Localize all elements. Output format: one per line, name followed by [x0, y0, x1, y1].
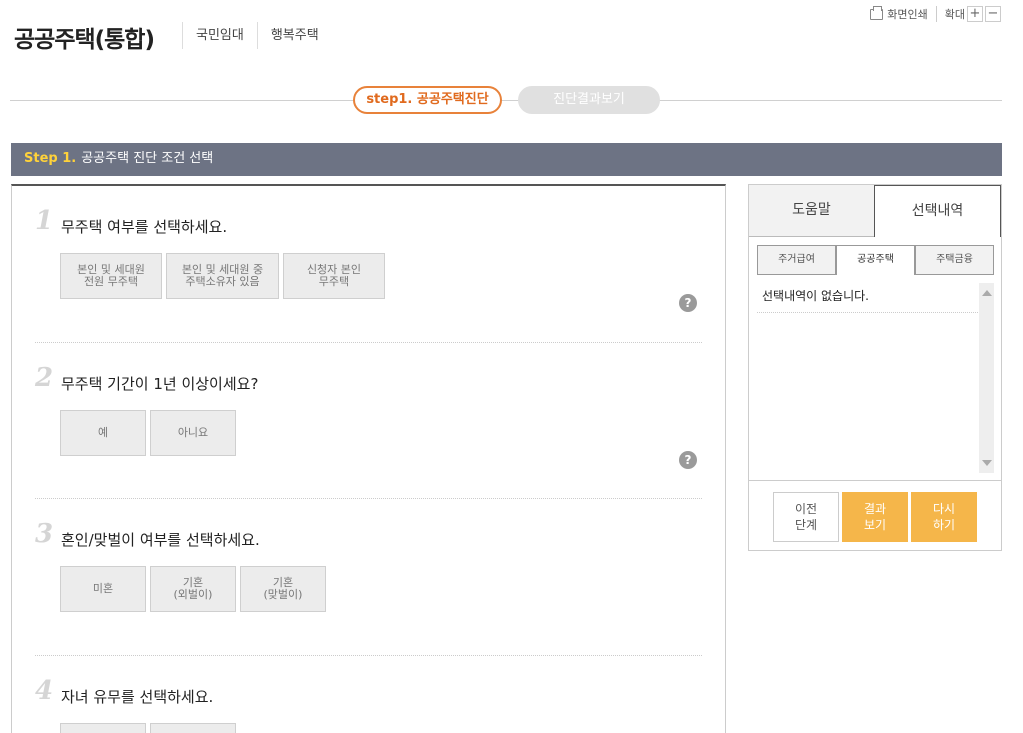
option-button[interactable]: 기혼 (맞벌이) [240, 566, 326, 612]
question-text: 자녀 유무를 선택하세요. [61, 688, 214, 706]
page-title: 공공주택(통합) [14, 27, 155, 53]
selection-area: 주거급여 공공주택 주택금융 선택내역이 없습니다. [749, 237, 1001, 481]
print-button[interactable]: 화면인쇄 [870, 5, 937, 22]
section-title: 공공주택 진단 조건 선택 [81, 151, 214, 166]
help-icon[interactable]: ? [679, 294, 697, 312]
tab-selection[interactable]: 선택내역 [874, 185, 1001, 237]
option-group: 미혼 기혼 (외벌이) 기혼 (맞벌이) [60, 566, 326, 612]
subtab-housing-finance[interactable]: 주택금융 [915, 245, 994, 275]
question-panel: 1 무주택 여부를 선택하세요. 본인 및 세대원 전원 무주택 본인 및 세대… [11, 184, 726, 733]
question-number: 3 [35, 519, 54, 549]
option-group: 본인 및 세대원 전원 무주택 본인 및 세대원 중 주택소유자 있음 신청자 … [60, 253, 385, 299]
question-4: 4 자녀 유무를 선택하세요. [35, 656, 702, 733]
action-buttons: 이전 단계 결과 보기 다시 하기 [773, 492, 977, 542]
sub-navigation: 국민임대 행복주택 [182, 22, 332, 49]
step-result[interactable]: 진단결과보기 [518, 86, 660, 114]
step-diagnosis[interactable]: step1. 공공주택진단 [353, 86, 502, 114]
option-group [60, 723, 236, 733]
side-panel: 도움말 선택내역 주거급여 공공주택 주택금융 선택내역이 없습니다. 이전 단… [748, 184, 1002, 551]
printer-icon [870, 5, 884, 20]
question-number: 4 [35, 676, 54, 706]
question-2: 2 무주택 기간이 1년 이상이세요? 예 아니요 ? [35, 343, 702, 499]
nav-link-happy-housing[interactable]: 행복주택 [256, 22, 332, 49]
option-button[interactable] [60, 723, 146, 733]
option-button[interactable]: 아니요 [150, 410, 236, 456]
question-text: 무주택 여부를 선택하세요. [61, 218, 228, 236]
empty-message: 선택내역이 없습니다. [757, 283, 978, 313]
subtab-housing-benefit[interactable]: 주거급여 [757, 245, 836, 275]
scroll-down-icon[interactable] [982, 460, 992, 466]
option-button[interactable]: 미혼 [60, 566, 146, 612]
question-number: 2 [35, 363, 54, 393]
steps-line [10, 100, 1002, 101]
section-bar: Step 1. 공공주택 진단 조건 선택 [11, 143, 1002, 176]
option-button[interactable] [150, 723, 236, 733]
option-button[interactable]: 본인 및 세대원 중 주택소유자 있음 [166, 253, 279, 299]
zoom-out-button[interactable]: − [985, 6, 1001, 22]
sub-tabs: 주거급여 공공주택 주택금융 [757, 245, 994, 275]
option-button[interactable]: 본인 및 세대원 전원 무주택 [60, 253, 162, 299]
nav-link-national-rental[interactable]: 국민임대 [182, 22, 257, 49]
option-button[interactable]: 예 [60, 410, 146, 456]
selection-list: 선택내역이 없습니다. [757, 283, 978, 473]
tab-help[interactable]: 도움말 [749, 185, 874, 237]
side-tabs: 도움말 선택내역 [749, 185, 1001, 237]
retry-button[interactable]: 다시 하기 [911, 492, 977, 542]
question-number: 1 [35, 206, 54, 236]
utility-bar: 화면인쇄 확대 + − [870, 5, 1001, 22]
view-result-button[interactable]: 결과 보기 [842, 492, 908, 542]
prev-step-button[interactable]: 이전 단계 [773, 492, 839, 542]
question-text: 혼인/맞벌이 여부를 선택하세요. [61, 531, 260, 549]
option-button[interactable]: 신청자 본인 무주택 [283, 253, 385, 299]
option-group: 예 아니요 [60, 410, 236, 456]
question-3: 3 혼인/맞벌이 여부를 선택하세요. 미혼 기혼 (외벌이) 기혼 (맞벌이) [35, 499, 702, 656]
question-text: 무주택 기간이 1년 이상이세요? [61, 375, 259, 393]
zoom-in-button[interactable]: + [967, 6, 983, 22]
help-icon[interactable]: ? [679, 451, 697, 469]
zoom-label: 확대 [944, 8, 965, 21]
section-step-number: Step 1. [24, 151, 77, 166]
subtab-public-housing[interactable]: 공공주택 [836, 245, 915, 275]
print-label: 화면인쇄 [887, 8, 928, 21]
option-button[interactable]: 기혼 (외벌이) [150, 566, 236, 612]
scrollbar[interactable] [979, 283, 994, 473]
scroll-up-icon[interactable] [982, 290, 992, 296]
question-1: 1 무주택 여부를 선택하세요. 본인 및 세대원 전원 무주택 본인 및 세대… [35, 186, 702, 343]
